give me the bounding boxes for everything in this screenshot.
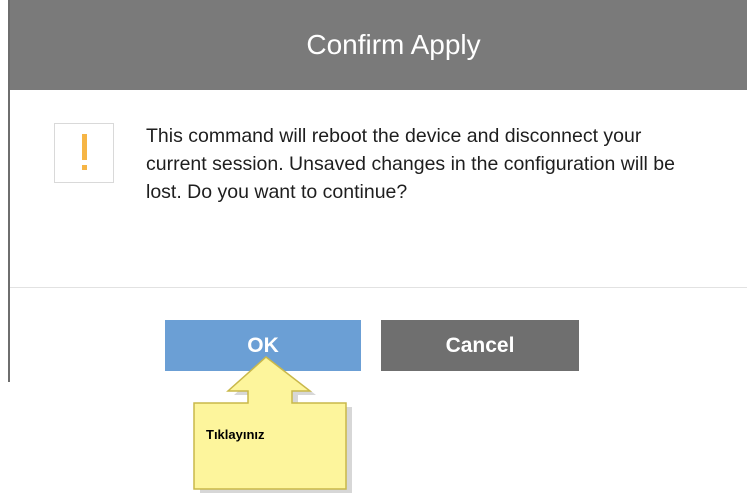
- cancel-button[interactable]: Cancel: [381, 320, 579, 371]
- callout-arrow-shape: [193, 356, 352, 493]
- dialog-body: This command will reboot the device and …: [10, 90, 747, 288]
- dialog-message: This command will reboot the device and …: [146, 125, 675, 203]
- click-here-callout: Tıklayınız: [190, 355, 358, 495]
- dialog-title: Confirm Apply: [306, 29, 481, 60]
- warning-icon-dot: [82, 165, 87, 170]
- confirm-apply-dialog: Confirm Apply This command will reboot t…: [0, 0, 747, 382]
- callout-text: Tıklayınız: [206, 427, 265, 442]
- dialog-titlebar: Confirm Apply: [10, 0, 747, 90]
- dialog-footer: OK Cancel: [10, 288, 747, 382]
- warning-icon: [54, 123, 114, 183]
- warning-icon-bar: [82, 134, 87, 160]
